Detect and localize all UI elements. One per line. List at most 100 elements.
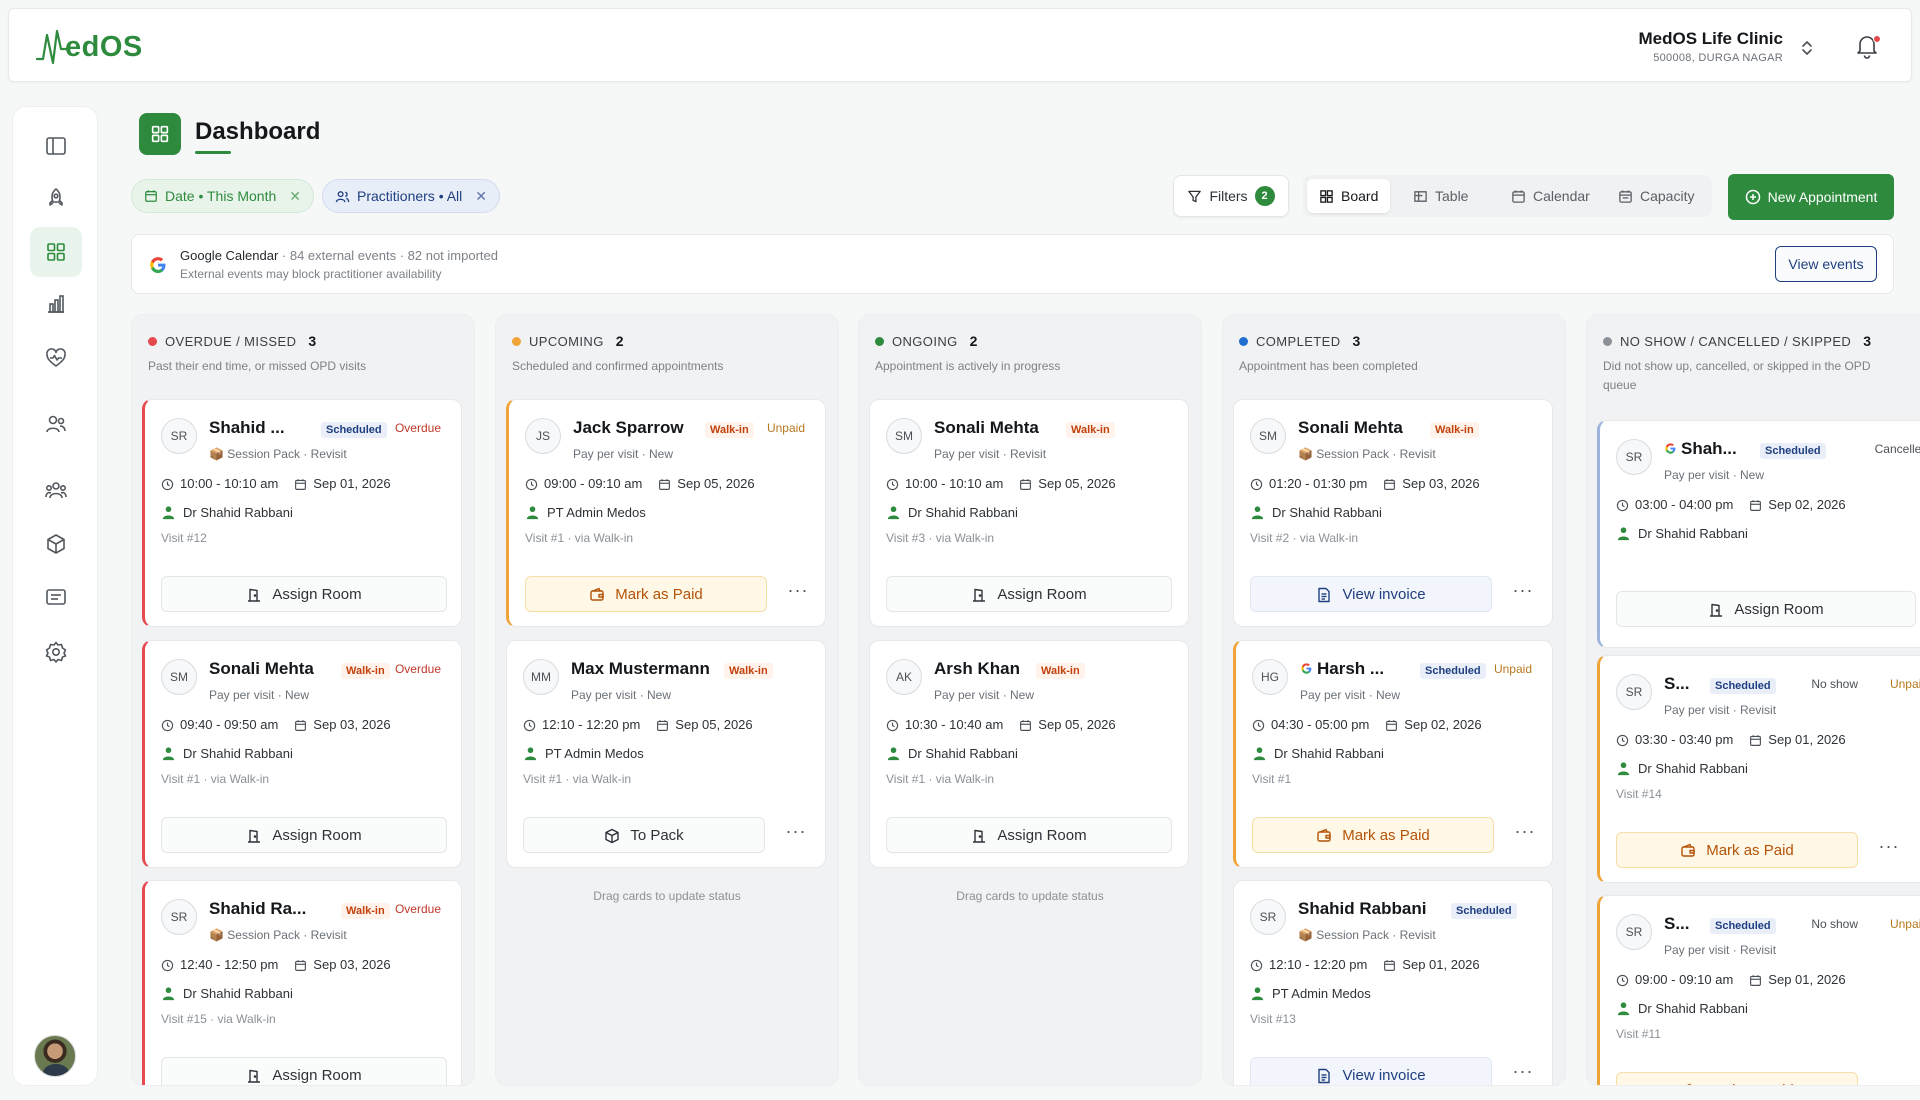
appointment-card[interactable]: SM Sonali Mehta Walk-in Pay per visit · Rev… <box>869 399 1189 627</box>
patient-name[interactable]: Jack Sparrow <box>573 418 684 438</box>
heart-pulse-icon[interactable] <box>30 333 82 383</box>
appointment-date: Sep 05, 2026 <box>677 476 755 492</box>
practitioner: Dr Shahid Rabbani <box>1616 1000 1748 1016</box>
patient-avatar: SM <box>886 418 922 454</box>
button-label: Mark as Paid <box>1342 826 1430 844</box>
patient-name[interactable]: S... <box>1664 674 1690 694</box>
appointment-card[interactable]: SR Shahid Rabbani Scheduled 📦 Session Pack … <box>1233 880 1553 1085</box>
status-dot <box>1239 336 1248 346</box>
tab-board[interactable]: Board <box>1307 179 1391 213</box>
messages-icon[interactable] <box>30 573 82 623</box>
package-info: 📦 Session Pack · Revisit <box>1298 928 1436 942</box>
calendar-icon <box>294 957 307 972</box>
status-badge: Overdue <box>394 902 441 916</box>
bar-chart-icon[interactable] <box>30 279 82 329</box>
appointment-card[interactable]: SR Shahid ... Scheduled Overdue 📦 Session Pa… <box>142 399 462 627</box>
view-invoice-button[interactable]: View invoice <box>1250 576 1492 612</box>
tab-table[interactable]: Table <box>1401 179 1480 213</box>
column-count: 3 <box>1352 333 1361 349</box>
visit-info: Visit #14 <box>1616 787 1662 801</box>
practitioner-filter-chip[interactable]: Practitioners • All ✕ <box>322 179 501 213</box>
dashboard-icon[interactable] <box>30 227 82 277</box>
column-header: UPCOMING 2 <box>512 333 624 349</box>
clock-icon <box>1616 732 1629 747</box>
filters-button[interactable]: Filters 2 <box>1173 175 1289 217</box>
button-label: Assign Room <box>272 1066 362 1084</box>
patient-name[interactable]: Arsh Khan <box>934 659 1020 679</box>
more-options-icon[interactable]: ··· <box>783 822 809 847</box>
new-appointment-button[interactable]: New Appointment <box>1728 174 1894 220</box>
calendar-icon <box>1749 732 1762 747</box>
patient-name[interactable]: Shahid ... <box>209 418 285 438</box>
assign-room-button[interactable]: Assign Room <box>886 576 1172 612</box>
more-options-icon[interactable]: ··· <box>1876 1077 1902 1085</box>
appointment-card[interactable]: SM Sonali Mehta Walk-in Overdue Pay per visi… <box>142 640 462 868</box>
patient-name[interactable]: Shah... <box>1664 439 1737 459</box>
appointment-card[interactable]: SM Sonali Mehta Walk-in 📦 Session Pack · Re… <box>1233 399 1553 627</box>
settings-icon[interactable] <box>30 627 82 677</box>
avatar[interactable] <box>34 1035 76 1077</box>
doctor-icon <box>886 745 901 761</box>
patient-name[interactable]: Sonali Mehta <box>934 418 1039 438</box>
patient-name[interactable]: Shahid Rabbani <box>1298 899 1426 919</box>
view-events-button[interactable]: View events <box>1775 246 1877 282</box>
appointment-card[interactable]: SR Shah... Scheduled Cancelled Pay per visit… <box>1597 420 1920 648</box>
more-options-icon[interactable]: ··· <box>785 581 811 606</box>
patient-name[interactable]: Sonali Mehta <box>209 659 314 679</box>
appointment-date: Sep 05, 2026 <box>1038 717 1116 733</box>
assign-room-button[interactable]: Assign Room <box>161 1057 447 1085</box>
package-icon[interactable] <box>30 519 82 569</box>
appointment-card[interactable]: SR Shahid Ra... Walk-in Overdue 📦 Session Pa… <box>142 880 462 1085</box>
assign-room-button[interactable]: Assign Room <box>161 576 447 612</box>
appointment-card[interactable]: SR S... Scheduled No show Unpaid Pay per visi… <box>1597 655 1920 883</box>
rocket-icon[interactable] <box>30 173 82 223</box>
tab-capacity[interactable]: Capacity <box>1606 179 1706 213</box>
appointment-card[interactable]: AK Arsh Khan Walk-in Pay per visit · New 10:… <box>869 640 1189 868</box>
patient-name[interactable]: Sonali Mehta <box>1298 418 1403 438</box>
patient-name[interactable]: Max Mustermann <box>571 659 710 679</box>
column-header: ONGOING 2 <box>875 333 978 349</box>
patient-name-text: Harsh ... <box>1317 659 1385 678</box>
patient-avatar: SM <box>161 659 197 695</box>
more-options-icon[interactable]: ··· <box>1512 822 1538 847</box>
appointment-card[interactable]: SR S... Scheduled No show Unpaid Pay per visi… <box>1597 895 1920 1085</box>
mark-as-paid-button[interactable]: Mark as Paid <box>1252 817 1494 853</box>
assign-room-button[interactable]: Assign Room <box>1616 591 1916 627</box>
column-title: ONGOING <box>892 333 958 349</box>
more-options-icon[interactable]: ··· <box>1510 581 1536 606</box>
view-invoice-button[interactable]: View invoice <box>1250 1057 1492 1085</box>
status-badge: Cancelled <box>1874 442 1920 456</box>
clinic-name: MedOS Life Clinic <box>1638 29 1783 48</box>
close-icon[interactable]: ✕ <box>289 188 301 205</box>
mark-as-paid-button[interactable]: Mark as Paid <box>1616 1072 1858 1085</box>
appointment-card[interactable]: MM Max Mustermann Walk-in Pay per visit · N… <box>506 640 826 868</box>
mark-as-paid-button[interactable]: Mark as Paid <box>525 576 767 612</box>
patient-name[interactable]: Harsh ... <box>1300 659 1384 679</box>
team-icon[interactable] <box>30 465 82 515</box>
panel-toggle-icon[interactable] <box>30 121 82 171</box>
assign-room-button[interactable]: Assign Room <box>886 817 1172 853</box>
package-info: Pay per visit · New <box>934 688 1035 702</box>
bell-icon[interactable] <box>1855 33 1881 61</box>
appointment-card[interactable]: HG Harsh ... Scheduled Unpaid Pay per visit … <box>1233 640 1553 868</box>
tab-calendar[interactable]: Calendar <box>1499 179 1602 213</box>
assign-room-button[interactable]: Assign Room <box>161 817 447 853</box>
users-icon[interactable] <box>30 399 82 449</box>
title-underline <box>195 151 231 154</box>
logo[interactable]: edOS <box>35 25 143 65</box>
chevron-updown-icon[interactable] <box>1801 39 1813 57</box>
patient-name[interactable]: Shahid Ra... <box>209 899 306 919</box>
appointment-time: 09:00 - 09:10 am Sep 01, 2026 <box>1616 972 1846 987</box>
date-filter-chip[interactable]: Date • This Month ✕ <box>131 179 314 213</box>
close-icon[interactable]: ✕ <box>475 188 487 205</box>
door-icon <box>971 826 987 843</box>
mark-as-paid-button[interactable]: Mark as Paid <box>1616 832 1858 868</box>
patient-avatar: MM <box>523 659 559 695</box>
patient-name[interactable]: S... <box>1664 914 1690 934</box>
appointment-card[interactable]: JS Jack Sparrow Walk-in Unpaid Pay per visit… <box>506 399 826 627</box>
practitioner: Dr Shahid Rabbani <box>1616 525 1748 541</box>
more-options-icon[interactable]: ··· <box>1876 837 1902 862</box>
to-pack-button[interactable]: To Pack <box>523 817 765 853</box>
more-options-icon[interactable]: ··· <box>1510 1062 1536 1085</box>
clinic-switcher[interactable]: MedOS Life Clinic 500008, DURGA NAGAR <box>1638 29 1783 64</box>
